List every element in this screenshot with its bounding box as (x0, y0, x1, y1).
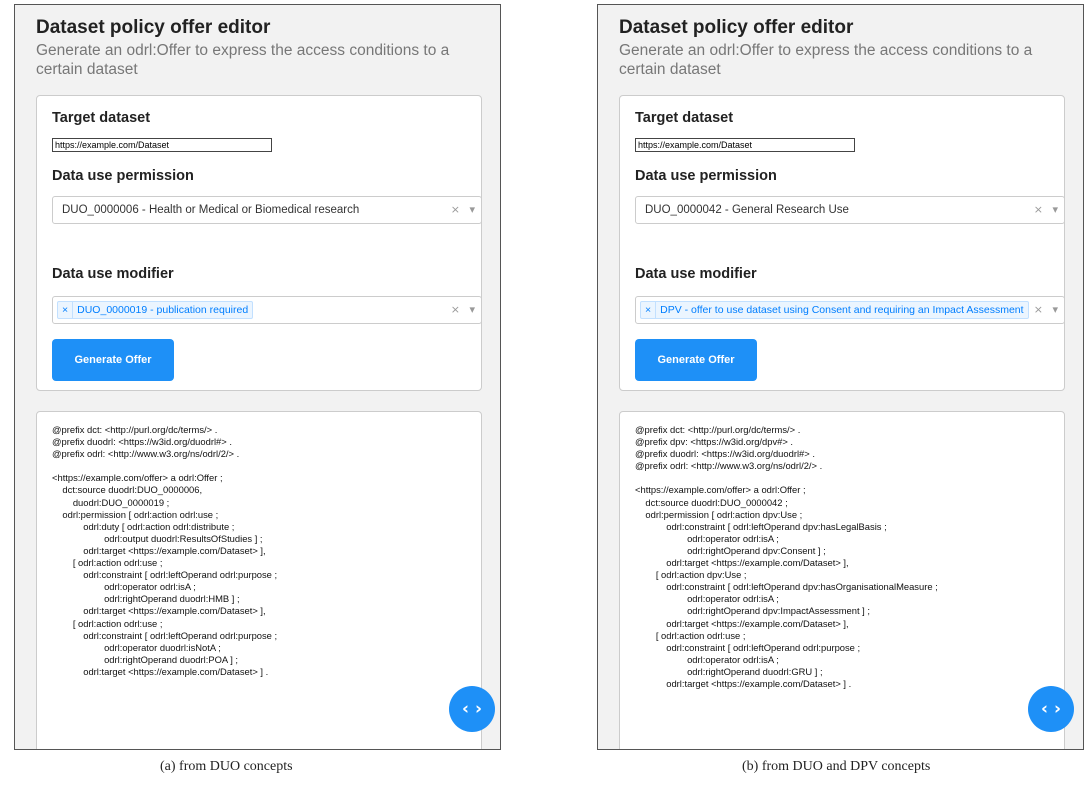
clear-icon[interactable]: × (1034, 303, 1043, 316)
select-controls: × ▾ (445, 203, 475, 216)
data-use-permission-select[interactable]: DUO_0000006 - Health or Medical or Biome… (52, 196, 482, 224)
generate-offer-button[interactable]: Generate Offer (635, 339, 757, 381)
clear-icon[interactable]: × (1034, 203, 1043, 216)
target-dataset-input[interactable]: https://example.com/Dataset (635, 138, 855, 152)
chip-remove-icon[interactable]: × (641, 302, 657, 318)
clear-icon[interactable]: × (451, 203, 460, 216)
code-toggle-button[interactable]: ‹ › (449, 686, 495, 732)
data-use-modifier-label: Data use modifier (635, 266, 757, 282)
form-card: Target dataset https://example.com/Datas… (36, 95, 482, 391)
select-controls: × ▾ (1028, 303, 1058, 316)
code-toggle-button[interactable]: ‹ › (1028, 686, 1074, 732)
chevron-down-icon[interactable]: ▾ (1052, 303, 1058, 316)
data-use-permission-select[interactable]: DUO_0000042 - General Research Use × ▾ (635, 196, 1065, 224)
chevron-down-icon[interactable]: ▾ (1052, 203, 1058, 216)
page-subtitle: Generate an odrl:Offer to express the ac… (619, 42, 1033, 78)
panel-a-editor: Dataset policy offer editor Generate an … (14, 4, 501, 750)
generate-offer-button[interactable]: Generate Offer (52, 339, 174, 381)
output-code-card: @prefix dct: <http://purl.org/dc/terms/>… (36, 411, 482, 749)
page-title: Dataset policy offer editor (619, 17, 854, 38)
select-controls: × ▾ (445, 303, 475, 316)
target-dataset-label: Target dataset (52, 110, 151, 126)
turtle-output: @prefix dct: <http://purl.org/dc/terms/>… (635, 424, 938, 689)
chevron-down-icon[interactable]: ▾ (469, 303, 475, 316)
target-dataset-label: Target dataset (635, 110, 734, 126)
caption-b: (b) from DUO and DPV concepts (742, 759, 931, 774)
page-subtitle: Generate an odrl:Offer to express the ac… (36, 42, 450, 78)
target-dataset-input[interactable]: https://example.com/Dataset (52, 138, 272, 152)
chip-label: DPV - offer to use dataset using Consent… (660, 304, 1024, 316)
permission-selected-value: DUO_0000042 - General Research Use (645, 204, 849, 216)
data-use-modifier-select[interactable]: × DPV - offer to use dataset using Conse… (635, 296, 1065, 324)
clear-icon[interactable]: × (451, 303, 460, 316)
caption-a: (a) from DUO concepts (160, 759, 293, 774)
chip-remove-icon[interactable]: × (58, 302, 74, 318)
modifier-chip: × DUO_0000019 - publication required (57, 301, 254, 319)
chevron-down-icon[interactable]: ▾ (469, 203, 475, 216)
output-code-card: @prefix dct: <http://purl.org/dc/terms/>… (619, 411, 1065, 749)
chip-label: DUO_0000019 - publication required (77, 304, 249, 316)
select-controls: × ▾ (1028, 203, 1058, 216)
turtle-output: @prefix dct: <http://purl.org/dc/terms/>… (52, 424, 278, 677)
data-use-permission-label: Data use permission (52, 168, 194, 184)
data-use-modifier-label: Data use modifier (52, 266, 174, 282)
form-card: Target dataset https://example.com/Datas… (619, 95, 1065, 391)
data-use-modifier-select[interactable]: × DUO_0000019 - publication required × ▾ (52, 296, 482, 324)
modifier-chip: × DPV - offer to use dataset using Conse… (640, 301, 1029, 319)
panel-b-editor: Dataset policy offer editor Generate an … (597, 4, 1084, 750)
data-use-permission-label: Data use permission (635, 168, 777, 184)
page-title: Dataset policy offer editor (36, 17, 271, 38)
permission-selected-value: DUO_0000006 - Health or Medical or Biome… (62, 204, 360, 216)
